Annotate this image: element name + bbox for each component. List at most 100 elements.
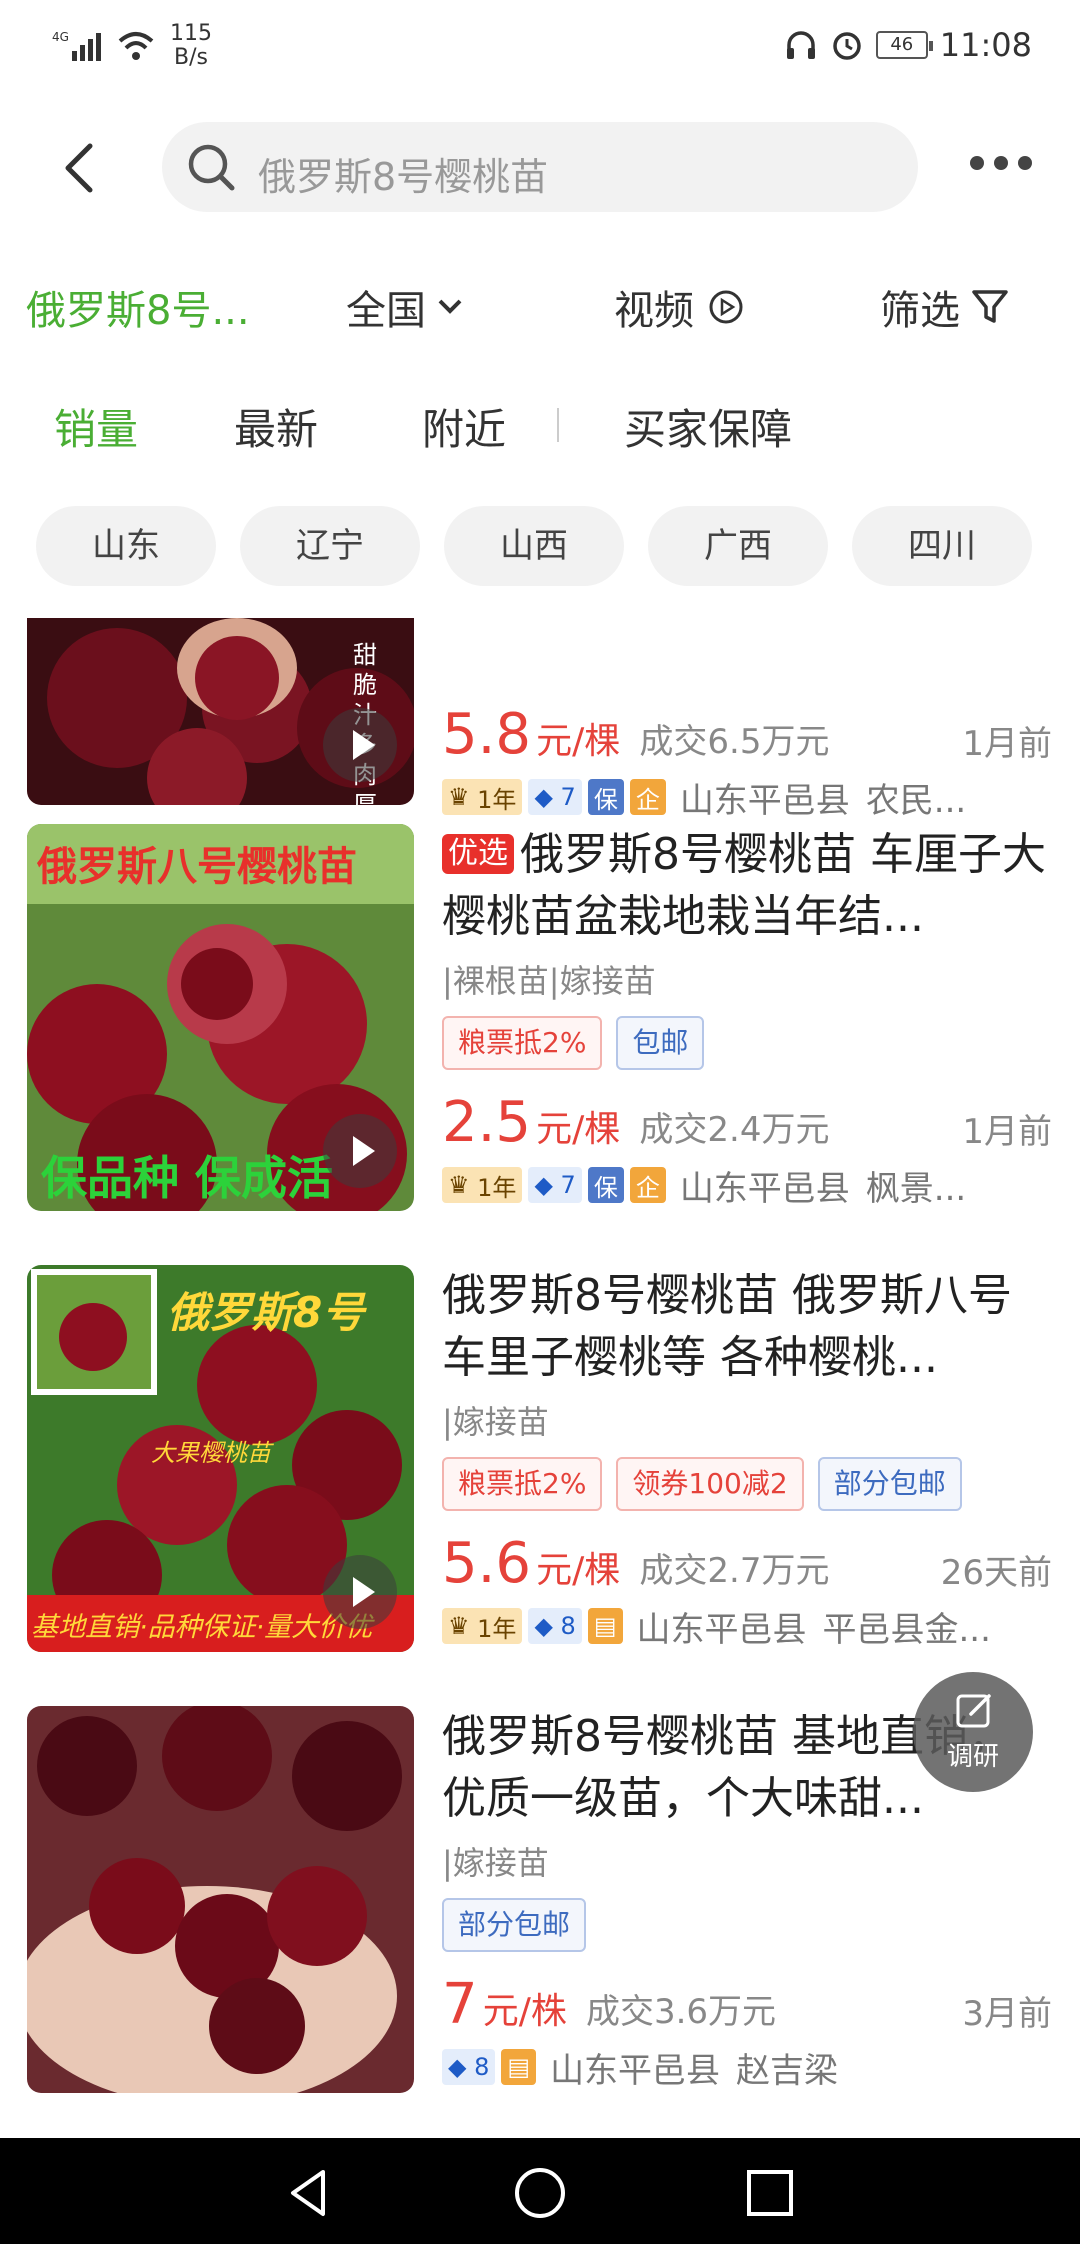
- location: 山东平邑县: [636, 1609, 807, 1650]
- chip-guangxi[interactable]: 广西: [648, 506, 828, 586]
- tab-divider: [557, 408, 559, 442]
- filter-bar: 俄罗斯8号... 全国 视频 筛选: [0, 268, 1080, 338]
- nav-home-icon[interactable]: [513, 2166, 567, 2220]
- chip-shandong[interactable]: 山东: [36, 506, 216, 586]
- product-image[interactable]: 甜脆 汁多 肉厚: [27, 618, 414, 805]
- chip-sichuan[interactable]: 四川: [852, 506, 1032, 586]
- seller-meta: ♛ 1年 ◆ 8 ▤ 山东平邑县 平邑县金...: [442, 1601, 1052, 1651]
- video-filter[interactable]: 视频: [614, 278, 744, 336]
- promo-tag: 粮票抵2%: [442, 1016, 603, 1070]
- price-unit: 元/株: [482, 1991, 567, 2032]
- diamond-icon: ◆ 7: [528, 1167, 582, 1203]
- product-spec: |嫁接苗: [442, 1403, 549, 1441]
- chip-liaoning[interactable]: 辽宁: [240, 506, 420, 586]
- alarm-icon: [833, 32, 861, 60]
- price-unit: 元/棵: [536, 1550, 621, 1591]
- status-bar: 4G 115 B/s 46 11:08: [0, 0, 1080, 96]
- wifi-icon: [118, 32, 154, 60]
- tab-newest[interactable]: 最新: [234, 396, 318, 457]
- listing-time: 26天前: [940, 1553, 1052, 1593]
- seller-name: 枫景...: [865, 1168, 967, 1209]
- product-image[interactable]: [27, 1706, 414, 2093]
- crown-icon: ♛ 1年: [442, 779, 523, 815]
- chip-shanxi[interactable]: 山西: [444, 506, 624, 586]
- listing-time: 3月前: [962, 1994, 1052, 2034]
- signal-icon: 4G: [52, 30, 101, 61]
- video-label: 视频: [614, 288, 694, 334]
- seller-name: 平邑县金...: [822, 1609, 991, 1650]
- promo-tag: 领券100减2: [616, 1457, 804, 1511]
- search-input[interactable]: 俄罗斯8号樱桃苗: [162, 122, 918, 212]
- play-icon[interactable]: [323, 1114, 397, 1188]
- listing-time: 1月前: [962, 1112, 1052, 1152]
- network-speed: 115 B/s: [170, 21, 212, 70]
- product-image[interactable]: 俄罗斯8号 大果樱桃苗 基地直销·品种保证·量大价优: [27, 1265, 414, 1652]
- crown-icon: ♛ 1年: [442, 1608, 523, 1644]
- play-icon[interactable]: [323, 708, 397, 782]
- tab-sales[interactable]: 销量: [54, 396, 138, 457]
- seller-meta: ♛ 1年 ◆ 7 保 企 山东平邑县 农民...: [442, 772, 1052, 822]
- nav-back-icon[interactable]: [283, 2166, 337, 2220]
- play-icon[interactable]: [323, 1555, 397, 1629]
- seller-meta: ♛ 1年 ◆ 7 保 企 山东平邑县 枫景...: [442, 1160, 1052, 1210]
- promo-tag: 粮票抵2%: [442, 1457, 603, 1511]
- survey-label: 调研: [946, 1742, 999, 1772]
- region-dropdown[interactable]: 全国: [346, 278, 464, 336]
- search-query: 俄罗斯8号樱桃苗: [258, 155, 549, 199]
- back-arrow-icon[interactable]: [60, 142, 100, 194]
- more-options-icon[interactable]: [970, 156, 1032, 170]
- seller-name: 农民...: [865, 780, 967, 821]
- thumb-caption-secondary: 保品种 保成活: [41, 1151, 334, 1205]
- filter-button[interactable]: 筛选: [880, 278, 1010, 336]
- promo-tags: 部分包邮: [442, 1898, 1052, 1952]
- thumb-caption: 俄罗斯8号: [167, 1288, 365, 1337]
- product-list: 甜脆 汁多 肉厚 5.8 元/棵 成交6.5万元 1月前 ♛ 1年 ◆ 7 保 …: [0, 618, 1080, 2138]
- price: 5.8: [442, 702, 532, 767]
- edit-icon: [956, 1694, 991, 1728]
- listing-time: 1月前: [962, 724, 1052, 764]
- product-title: 优选 俄罗斯8号樱桃苗 车厘子大樱桃苗盆栽地栽当年结...: [442, 829, 1046, 942]
- guarantee-badge: 保: [587, 1167, 624, 1203]
- play-circle-icon: [709, 290, 743, 324]
- sort-tabs: 销量 最新 附近 买家保障: [0, 390, 1080, 460]
- seller-name: 赵吉梁: [736, 2050, 839, 2091]
- product-spec: |裸根苗|嫁接苗: [442, 962, 656, 1000]
- filter-label: 筛选: [880, 288, 960, 334]
- survey-button[interactable]: 调研: [913, 1672, 1033, 1792]
- promo-tags: 粮票抵2% 包邮: [442, 1016, 1052, 1070]
- deal-volume: 成交3.6万元: [585, 1992, 777, 2032]
- product-image[interactable]: 俄罗斯八号樱桃苗 保品种 保成活: [27, 824, 414, 1211]
- diamond-icon: ◆ 8: [528, 1608, 582, 1644]
- keyword-filter[interactable]: 俄罗斯8号...: [26, 278, 250, 336]
- deal-volume: 成交2.4万元: [639, 1110, 830, 1150]
- funnel-icon: [972, 290, 1008, 323]
- diamond-icon: ◆ 8: [442, 2049, 496, 2085]
- product-title: 俄罗斯8号樱桃苗 俄罗斯八号 车里子樱桃等 各种樱桃...: [442, 1270, 1012, 1383]
- tab-buyer-protection[interactable]: 买家保障: [624, 396, 792, 457]
- location: 山东平邑县: [679, 780, 850, 821]
- deal-volume: 成交2.7万元: [639, 1551, 830, 1591]
- tab-nearby[interactable]: 附近: [422, 396, 506, 457]
- seller-meta: ◆ 8 ▤ 山东平邑县 赵吉梁: [442, 2042, 1052, 2092]
- price: 5.6: [442, 1531, 532, 1596]
- thumb-caption: 俄罗斯八号樱桃苗: [37, 844, 357, 890]
- enterprise-badge: 企: [629, 779, 666, 815]
- chevron-down-icon: [438, 299, 462, 314]
- crown-icon: ♛ 1年: [442, 1167, 523, 1203]
- promo-tag: 部分包邮: [817, 1457, 962, 1511]
- id-card-icon: ▤: [501, 2049, 537, 2085]
- location: 山东平邑县: [679, 1168, 850, 1209]
- nav-recents-icon[interactable]: [743, 2166, 797, 2220]
- region-label: 全国: [346, 288, 426, 334]
- deal-volume: 成交6.5万元: [639, 722, 830, 762]
- thumb-caption-secondary: 大果樱桃苗: [151, 1439, 271, 1467]
- network-type: 4G: [52, 30, 69, 44]
- promo-tag: 包邮: [616, 1016, 705, 1070]
- price-unit: 元/棵: [536, 1109, 621, 1150]
- id-card-icon: ▤: [587, 1608, 623, 1644]
- price-unit: 元/棵: [536, 721, 621, 762]
- price: 2.5: [442, 1090, 532, 1155]
- province-chips: 山东 辽宁 山西 广西 四川: [36, 506, 1032, 586]
- thumb-caption-banner: 基地直销·品种保证·量大价优: [31, 1612, 373, 1643]
- product-spec: |嫁接苗: [442, 1844, 549, 1882]
